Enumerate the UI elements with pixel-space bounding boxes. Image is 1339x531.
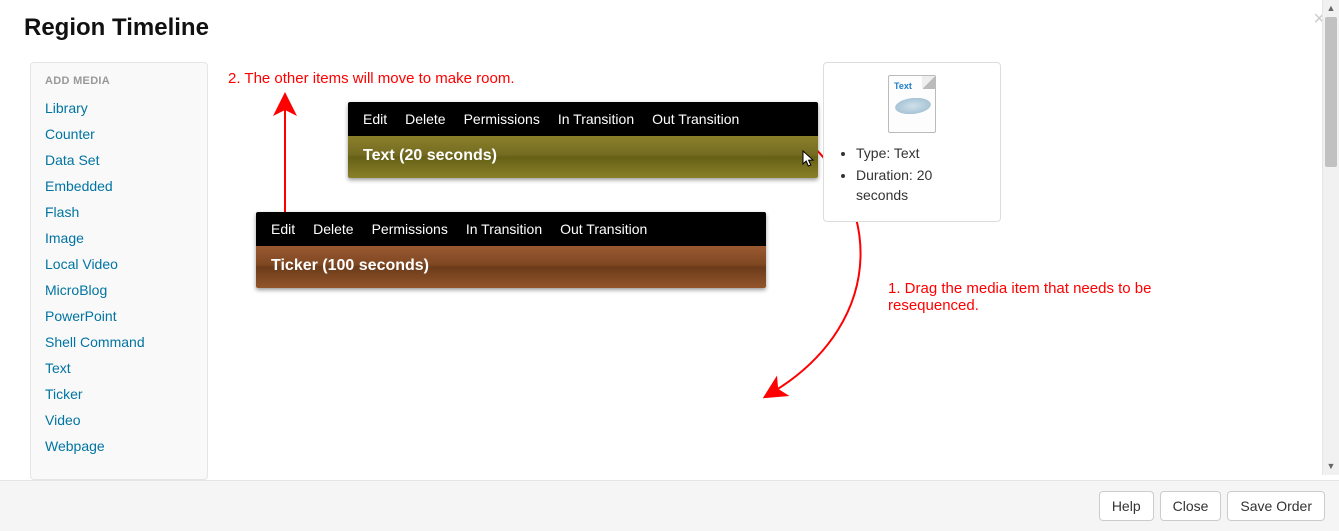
scroll-thumb[interactable] (1325, 17, 1337, 167)
sidebar-item-microblog[interactable]: MicroBlog (45, 277, 193, 303)
sidebar-item-data-set[interactable]: Data Set (45, 147, 193, 173)
sidebar-item-webpage[interactable]: Webpage (45, 433, 193, 459)
item-actions: Edit Delete Permissions In Transition Ou… (348, 102, 818, 136)
timeline-canvas: 2. The other items will move to make roo… (228, 62, 1315, 480)
sidebar-item-ticker[interactable]: Ticker (45, 381, 193, 407)
close-button[interactable]: Close (1160, 491, 1222, 521)
timeline-item-text[interactable]: Edit Delete Permissions In Transition Ou… (348, 102, 818, 178)
info-type: Type: Text (856, 143, 986, 163)
info-duration: Duration: 20 seconds (856, 165, 986, 205)
scroll-up-icon[interactable]: ▲ (1323, 0, 1339, 17)
sidebar-item-powerpoint[interactable]: PowerPoint (45, 303, 193, 329)
action-in-transition[interactable]: In Transition (558, 111, 634, 127)
action-delete[interactable]: Delete (313, 221, 353, 237)
save-order-button[interactable]: Save Order (1227, 491, 1325, 521)
dialog-footer: Help Close Save Order (0, 480, 1339, 531)
action-out-transition[interactable]: Out Transition (652, 111, 739, 127)
action-in-transition[interactable]: In Transition (466, 221, 542, 237)
add-media-sidebar: ADD MEDIA Library Counter Data Set Embed… (30, 62, 208, 480)
sidebar-item-local-video[interactable]: Local Video (45, 251, 193, 277)
page-title: Region Timeline (24, 14, 1315, 42)
vertical-scrollbar[interactable]: ▲ ▼ (1322, 0, 1339, 475)
sidebar-item-counter[interactable]: Counter (45, 121, 193, 147)
item-title: Text (20 seconds) (348, 136, 818, 178)
item-actions: Edit Delete Permissions In Transition Ou… (256, 212, 766, 246)
scroll-down-icon[interactable]: ▼ (1323, 458, 1339, 475)
action-edit[interactable]: Edit (271, 221, 295, 237)
action-permissions[interactable]: Permissions (372, 221, 448, 237)
media-info-panel: Text Type: Text Duration: 20 seconds (823, 62, 1001, 222)
help-button[interactable]: Help (1099, 491, 1154, 521)
sidebar-item-flash[interactable]: Flash (45, 199, 193, 225)
item-title: Ticker (100 seconds) (256, 246, 766, 288)
action-delete[interactable]: Delete (405, 111, 445, 127)
sidebar-item-shell-command[interactable]: Shell Command (45, 329, 193, 355)
media-thumbnail: Text (888, 75, 936, 133)
sidebar-item-image[interactable]: Image (45, 225, 193, 251)
action-out-transition[interactable]: Out Transition (560, 221, 647, 237)
thumb-label: Text (894, 81, 912, 91)
sidebar-item-text[interactable]: Text (45, 355, 193, 381)
timeline-item-ticker[interactable]: Edit Delete Permissions In Transition Ou… (256, 212, 766, 288)
sidebar-heading: ADD MEDIA (45, 75, 193, 87)
action-permissions[interactable]: Permissions (464, 111, 540, 127)
action-edit[interactable]: Edit (363, 111, 387, 127)
sidebar-item-library[interactable]: Library (45, 95, 193, 121)
annotation-step-2: 2. The other items will move to make roo… (228, 70, 515, 87)
sidebar-item-video[interactable]: Video (45, 407, 193, 433)
sidebar-item-embedded[interactable]: Embedded (45, 173, 193, 199)
annotation-step-1: 1. Drag the media item that needs to be … (888, 280, 1188, 314)
